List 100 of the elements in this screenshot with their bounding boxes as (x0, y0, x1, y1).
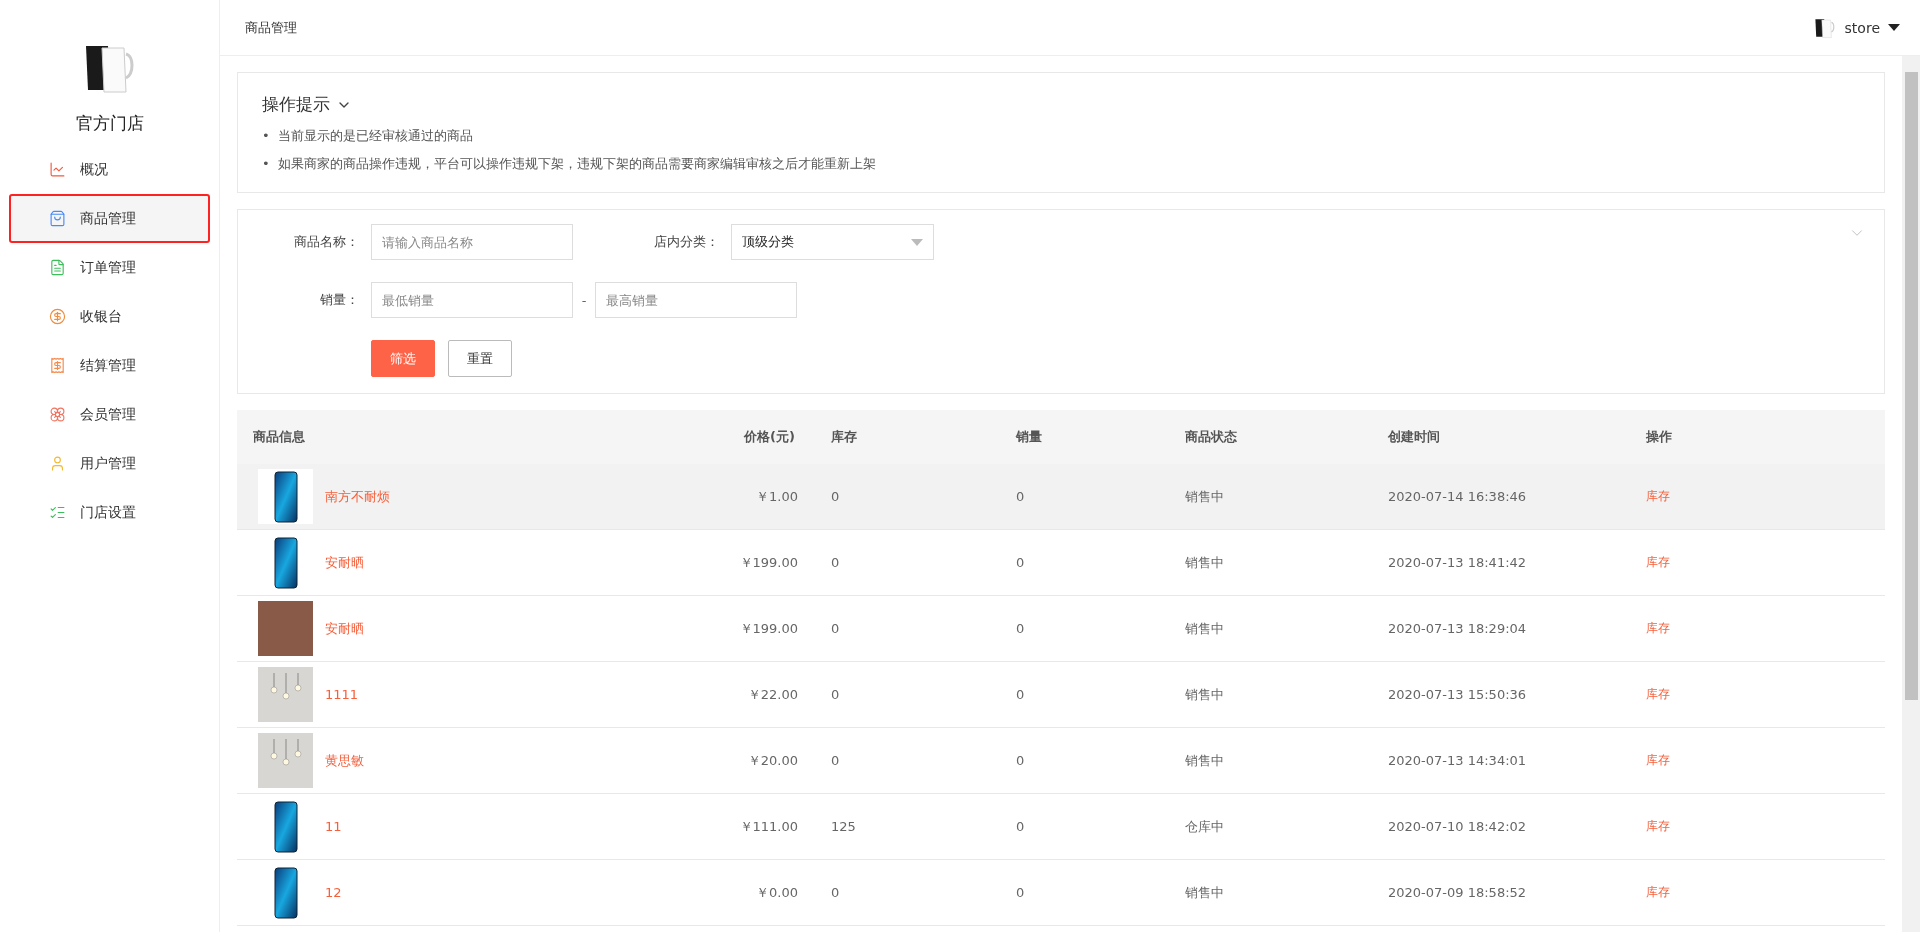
table-cell: 0 (1016, 489, 1025, 504)
reset-button[interactable]: 重置 (448, 340, 512, 377)
table-cell-text: 125 (830, 819, 856, 834)
bullet: • (262, 155, 270, 173)
table-cell: 0 (1016, 753, 1025, 768)
table-cell-text: ￥199.00 (739, 619, 799, 638)
tip-text: 当前显示的是已经审核通过的商品 (277, 127, 473, 145)
column-header: 商品信息 (253, 428, 305, 446)
caret-icon (911, 238, 923, 246)
table-cell: 0 (1016, 885, 1025, 900)
table-cell-text: 0 (830, 687, 840, 702)
sidebar-label: 会员管理 (80, 405, 136, 424)
bullet: • (262, 127, 270, 145)
column-header: 操作 (1646, 428, 1672, 446)
table-cell: 2020-07-09 18:58:52 (1388, 885, 1527, 900)
table-cell: 0 (1016, 687, 1025, 702)
product-name-link[interactable]: 安耐晒 (325, 619, 364, 638)
table-cell-text: 0 (830, 753, 840, 768)
table-cell-text: ￥22.00 (747, 685, 799, 704)
store-name: 官方门店 (74, 112, 145, 135)
user-menu[interactable]: store (1812, 15, 1900, 40)
photo-placeholder (258, 601, 313, 656)
breadcrumb: 商品管理 (245, 18, 297, 37)
stock-link[interactable]: 库存 (1646, 686, 1885, 703)
table-cell: 0 (1016, 555, 1025, 570)
sidebar-item[interactable]: 订单管理 (9, 243, 210, 292)
stock-link[interactable]: 库存 (1646, 818, 1885, 835)
product-name-link[interactable]: 1111 (325, 687, 359, 702)
stock-link[interactable]: 库存 (1646, 488, 1885, 505)
tip-text: 如果商家的商品操作违规，平台可以操作违规下架，违规下架的商品需要商家编辑审核之后才能重新上架 (277, 155, 876, 173)
category-select[interactable]: 顶级分类 (731, 224, 934, 260)
range-separator: - (580, 292, 588, 308)
table-cell: 销售中 (1185, 685, 1224, 704)
sidebar-item[interactable]: 商品管理 (9, 194, 210, 243)
table-cell: 2020-07-10 18:42:02 (1388, 819, 1527, 834)
field-label: 店内分类： (653, 233, 720, 251)
sidebar-label: 商品管理 (80, 209, 136, 228)
caret-icon (1888, 24, 1900, 31)
lamp-image (258, 733, 313, 788)
product-name-link[interactable]: 11 (325, 819, 342, 834)
table-cell: 2020-07-13 18:41:42 (1388, 555, 1527, 570)
field-label: 商品名称： (293, 233, 360, 251)
product-name-link[interactable]: 南方不耐烦 (325, 487, 390, 506)
sidebar-label: 门店设置 (80, 503, 136, 522)
stock-link[interactable]: 库存 (1646, 554, 1885, 571)
table-cell: 2020-07-13 15:50:36 (1388, 687, 1527, 702)
product-name-link[interactable]: 12 (325, 885, 342, 900)
tips-title[interactable]: 操作提示 (262, 93, 1860, 116)
column-header: 价格(元) (744, 428, 796, 446)
column-header: 创建时间 (1388, 428, 1440, 446)
scrollbar[interactable] (1902, 56, 1920, 932)
table-cell: 2020-07-14 16:38:46 (1388, 489, 1527, 504)
column-header: 商品状态 (1185, 428, 1237, 446)
max-sales-input[interactable]: 最高销量 (595, 282, 797, 318)
table-cell: 仓库中 (1185, 817, 1224, 836)
doc-icon (49, 259, 66, 276)
list-icon (49, 504, 66, 521)
table-cell: 2020-07-13 18:29:04 (1388, 621, 1527, 636)
column-header: 库存 (830, 428, 857, 446)
sidebar-item[interactable]: 门店设置 (9, 488, 210, 537)
sidebar-item[interactable]: 会员管理 (9, 390, 210, 439)
table-cell: 销售中 (1185, 883, 1224, 902)
table-cell: 0 (1016, 621, 1025, 636)
bag-icon (49, 210, 66, 227)
filter-button[interactable]: 筛选 (371, 340, 435, 377)
table-cell: 销售中 (1185, 487, 1224, 506)
sidebar-item[interactable]: 结算管理 (9, 341, 210, 390)
column-header: 销量 (1016, 428, 1042, 446)
table-cell-text: ￥199.00 (739, 553, 799, 572)
table-cell-text: 0 (830, 555, 840, 570)
table-cell-text: ￥111.00 (739, 817, 799, 836)
table-cell-text: 0 (830, 489, 840, 504)
sidebar-label: 结算管理 (80, 356, 136, 375)
stock-link[interactable]: 库存 (1646, 752, 1885, 769)
product-name-link[interactable]: 黄思敏 (325, 751, 364, 770)
product-name-link[interactable]: 安耐晒 (325, 553, 364, 572)
chart-icon (49, 161, 66, 178)
table-cell-text: 0 (830, 885, 840, 900)
phone-image (258, 469, 313, 524)
table-cell: 0 (1016, 819, 1025, 834)
table-cell-text: ￥0.00 (756, 883, 799, 902)
name-input[interactable]: 请输入商品名称 (371, 224, 573, 260)
sidebar-item[interactable]: 收银台 (9, 292, 210, 341)
field-label: 销量： (319, 291, 360, 309)
sidebar-label: 收银台 (80, 307, 122, 326)
sidebar-label: 用户管理 (80, 454, 136, 473)
user-icon (49, 455, 66, 472)
table-cell: 销售中 (1185, 619, 1224, 638)
sidebar-label: 订单管理 (80, 258, 136, 277)
flower-icon (49, 406, 66, 423)
lamp-image (258, 667, 313, 722)
sidebar-item[interactable]: 用户管理 (9, 439, 210, 488)
min-sales-input[interactable]: 最低销量 (371, 282, 573, 318)
stock-link[interactable]: 库存 (1646, 620, 1885, 637)
table-cell: 销售中 (1185, 553, 1224, 572)
user-name: store (1844, 19, 1880, 36)
table-cell: 2020-07-13 14:34:01 (1388, 753, 1527, 768)
stock-link[interactable]: 库存 (1646, 884, 1885, 901)
sidebar-item[interactable]: 概况 (9, 145, 210, 194)
table-cell-text: 0 (830, 621, 840, 636)
